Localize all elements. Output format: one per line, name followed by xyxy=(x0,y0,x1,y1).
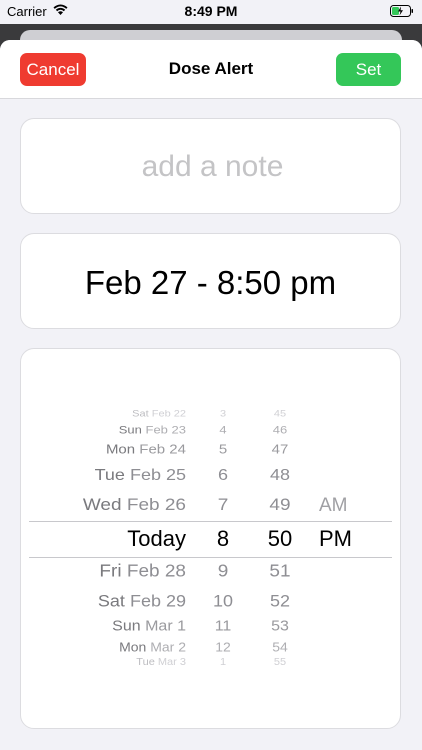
date-card[interactable]: Feb 27 - 8:50 pm xyxy=(20,233,401,329)
picker-day-option[interactable]: Tue Mar 3 xyxy=(41,656,186,668)
picker-day-option[interactable]: Mon Feb 24 xyxy=(41,442,186,457)
picker-weekday: Sat xyxy=(132,408,149,419)
picker-minute-option[interactable]: 51 xyxy=(255,562,305,581)
picker-weekday: Mon xyxy=(105,441,136,457)
picker-minute-option[interactable]: 52 xyxy=(255,592,305,610)
picker-hour-selected[interactable]: 8 xyxy=(201,527,245,551)
picker-hour-option[interactable]: 11 xyxy=(201,619,245,635)
picker-date: Feb 29 xyxy=(129,592,186,610)
set-button[interactable]: Set xyxy=(336,53,401,86)
picker-date: Feb 23 xyxy=(145,422,186,436)
picker-hour-option[interactable]: 1 xyxy=(201,656,245,668)
note-input[interactable] xyxy=(21,119,404,215)
picker-day-option[interactable]: Sat Feb 29 xyxy=(41,592,186,610)
picker-day-option[interactable]: Fri Feb 28 xyxy=(41,562,186,581)
picker-weekday: Fri xyxy=(99,561,122,581)
picker-date: Mar 1 xyxy=(145,618,186,635)
status-bar: Carrier 8:49 PM xyxy=(0,0,422,24)
picker-day-selected[interactable]: Today xyxy=(41,527,186,551)
picker-date: Mar 2 xyxy=(150,639,186,655)
picker-day-option[interactable]: Sun Feb 23 xyxy=(41,423,186,436)
picker-minute-option[interactable]: 49 xyxy=(255,496,305,514)
picker-hour-option[interactable]: 10 xyxy=(201,592,245,610)
picker-weekday: Wed xyxy=(82,495,122,515)
picker-date: Feb 28 xyxy=(126,561,186,581)
picker-selection-bottom-line xyxy=(29,557,392,558)
picker-hour-option[interactable]: 12 xyxy=(201,640,245,654)
picker-day-option[interactable]: Tue Feb 25 xyxy=(41,466,186,483)
picker-date: Mar 3 xyxy=(157,656,186,667)
status-time: 8:49 PM xyxy=(184,3,238,19)
picker-minute-option[interactable]: 54 xyxy=(255,640,305,654)
picker-minute-option[interactable]: 46 xyxy=(255,423,305,436)
nav-bar: Cancel Dose Alert Set xyxy=(0,40,422,99)
picker-pm-selected[interactable]: PM xyxy=(319,527,369,551)
picker-hour-option[interactable]: 7 xyxy=(201,496,245,514)
picker-minute-option[interactable]: 48 xyxy=(255,466,305,483)
battery-charging-icon xyxy=(390,5,413,17)
picker-minute-selected[interactable]: 50 xyxy=(255,527,305,551)
picker-hour-option[interactable]: 9 xyxy=(201,562,245,581)
picker-date: Feb 26 xyxy=(126,495,186,515)
picker-minute-option[interactable]: 53 xyxy=(255,619,305,635)
picker-weekday: Sun xyxy=(112,618,141,635)
picker-hour-option[interactable]: 3 xyxy=(201,408,245,419)
picker-day-option[interactable]: Mon Mar 2 xyxy=(41,640,186,654)
picker-day-option[interactable]: Sat Feb 22 xyxy=(41,408,186,419)
picker-hour-option[interactable]: 6 xyxy=(201,466,245,483)
dose-alert-sheet: Cancel Dose Alert Set Feb 27 - 8:50 pm S… xyxy=(0,40,422,750)
date-time-picker[interactable]: Sat Feb 22 3 45 Sun Feb 23 4 46 Mon Feb 24 5 47 T… xyxy=(20,348,401,729)
picker-weekday: Tue xyxy=(136,656,155,667)
picker-minute-option[interactable]: 45 xyxy=(255,408,305,419)
picker-date: Feb 24 xyxy=(139,441,186,457)
picker-selection-top-line xyxy=(29,521,392,522)
picker-day-option[interactable]: Wed Feb 26 xyxy=(41,496,186,514)
picker-date: Feb 25 xyxy=(129,466,186,484)
picker-am-option[interactable]: AM xyxy=(319,495,369,516)
picker-weekday: Sat xyxy=(97,592,125,610)
picker-date: Feb 22 xyxy=(151,408,186,419)
picker-hour-option[interactable]: 5 xyxy=(201,442,245,457)
picker-weekday: Sun xyxy=(118,422,142,436)
note-card xyxy=(20,118,404,215)
picker-minute-option[interactable]: 47 xyxy=(255,442,305,457)
picker-minute-option[interactable]: 55 xyxy=(255,656,305,668)
selected-date-time: Feb 27 - 8:50 pm xyxy=(84,264,337,301)
picker-weekday: Mon xyxy=(119,639,147,655)
picker-day-option[interactable]: Sun Mar 1 xyxy=(41,619,186,635)
picker-date: Today xyxy=(127,526,186,551)
picker-hour-option[interactable]: 4 xyxy=(201,423,245,436)
picker-weekday: Tue xyxy=(94,466,125,484)
